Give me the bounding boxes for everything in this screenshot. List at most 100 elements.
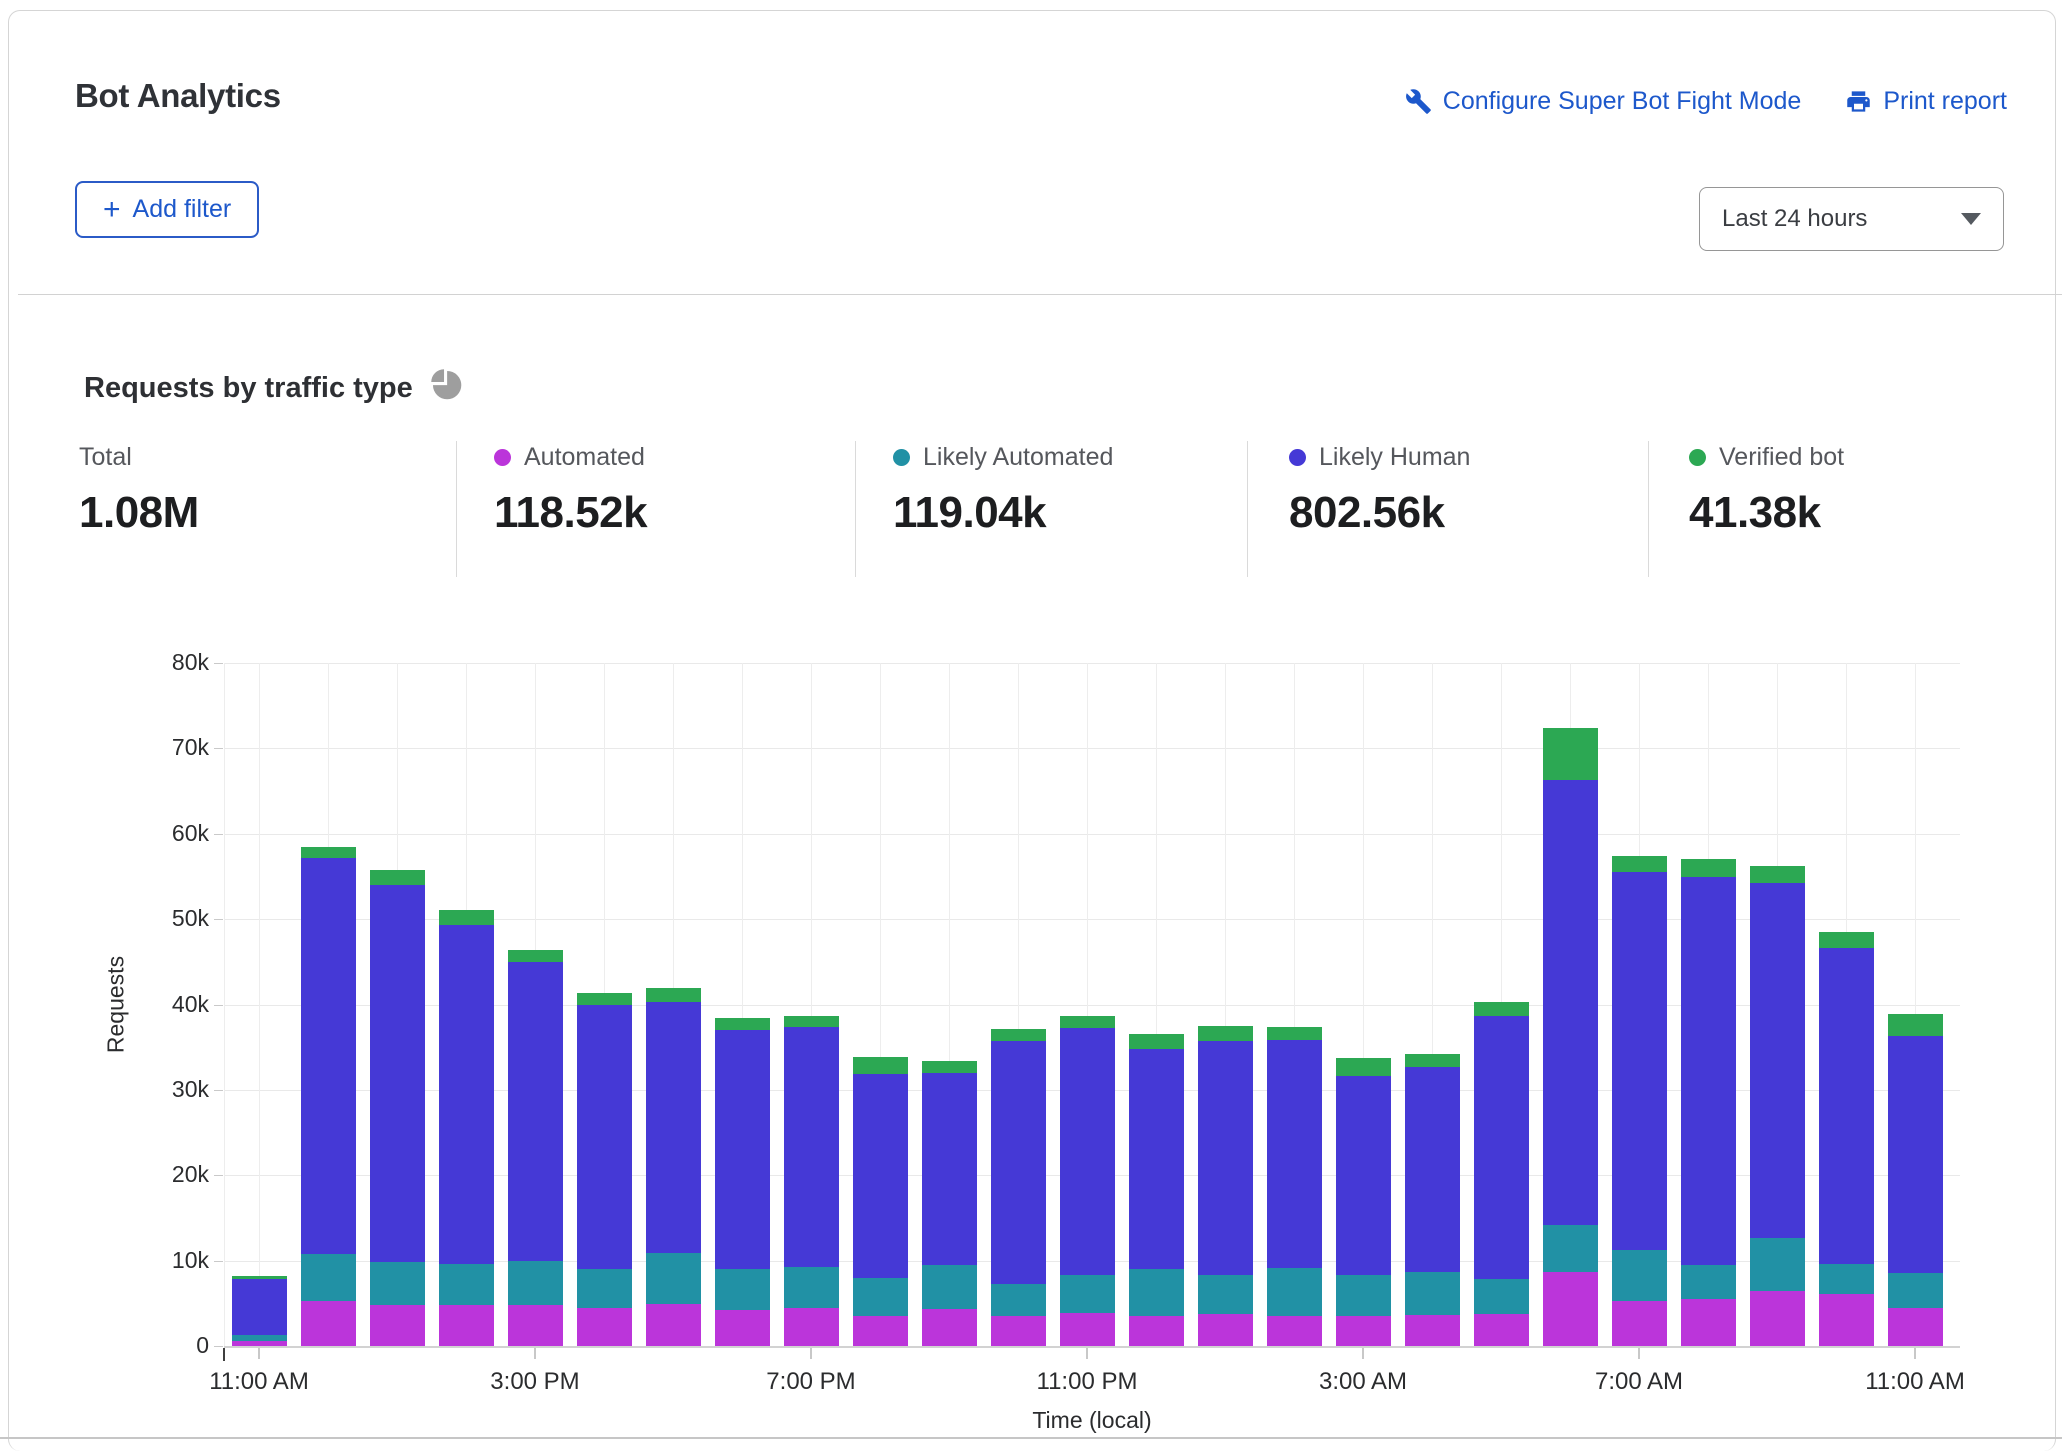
add-filter-button[interactable]: + Add filter xyxy=(75,181,259,238)
printer-icon xyxy=(1845,88,1872,115)
bar-segment-likely-automated xyxy=(1681,1265,1736,1299)
y-axis-tick xyxy=(214,1261,223,1262)
bar-segment-automated xyxy=(1819,1294,1874,1346)
x-tick-label: 7:00 AM xyxy=(1549,1368,1729,1396)
stat-divider xyxy=(1648,441,1649,577)
y-axis-tick xyxy=(214,834,223,835)
verified-bot-legend-dot xyxy=(1689,449,1706,466)
bar-segment-likely-automated xyxy=(1405,1272,1460,1316)
bar-segment-likely-human xyxy=(922,1073,977,1265)
bar-segment-automated xyxy=(1267,1316,1322,1346)
bar-segment-likely-human xyxy=(301,858,356,1254)
bar-segment-verified-bot xyxy=(1474,1002,1529,1017)
y-axis-title: Requests xyxy=(103,940,130,1070)
bar-2-00-pm[interactable] xyxy=(439,910,494,1346)
time-range-select[interactable]: Last 24 hours xyxy=(1699,187,2004,251)
bar-1-00-pm[interactable] xyxy=(370,870,425,1346)
bar-3-00-am[interactable] xyxy=(1336,1058,1391,1346)
bar-segment-verified-bot xyxy=(1543,728,1598,780)
bar-segment-likely-automated xyxy=(232,1335,287,1341)
bar-segment-automated xyxy=(1336,1316,1391,1346)
bar-11-00-am[interactable] xyxy=(232,1276,287,1346)
stat-automated-value: 118.52k xyxy=(494,488,647,538)
bar-8-00-pm[interactable] xyxy=(853,1057,908,1346)
bar-5-00-pm[interactable] xyxy=(646,988,701,1346)
gridline-horizontal xyxy=(224,663,1960,664)
pie-chart-icon xyxy=(429,367,463,409)
bar-segment-likely-human xyxy=(508,962,563,1261)
bar-11-00-pm[interactable] xyxy=(1060,1016,1115,1346)
gridline-horizontal xyxy=(224,748,1960,749)
x-axis-tick xyxy=(534,1348,536,1359)
bar-segment-likely-automated xyxy=(508,1261,563,1305)
x-tick-label: 11:00 AM xyxy=(169,1368,349,1396)
add-filter-label: Add filter xyxy=(133,197,232,222)
wrench-icon xyxy=(1405,88,1432,115)
bar-segment-likely-automated xyxy=(1060,1275,1115,1313)
bar-1-00-am[interactable] xyxy=(1198,1026,1253,1346)
bar-7-00-pm[interactable] xyxy=(784,1016,839,1346)
x-axis-tick xyxy=(1914,1348,1916,1359)
section-title: Requests by traffic type xyxy=(84,367,463,409)
bar-segment-likely-human xyxy=(1888,1036,1943,1273)
stat-automated: Automated 118.52k xyxy=(494,443,647,538)
y-tick-label: 80k xyxy=(129,649,209,676)
bar-10-00-pm[interactable] xyxy=(991,1029,1046,1346)
bar-segment-verified-bot xyxy=(232,1276,287,1279)
bar-6-00-pm[interactable] xyxy=(715,1018,770,1346)
bar-segment-likely-human xyxy=(1681,877,1736,1265)
section-title-label: Requests by traffic type xyxy=(84,372,413,405)
y-tick-label: 40k xyxy=(129,991,209,1018)
bar-segment-automated xyxy=(577,1308,632,1346)
bar-10-00-am[interactable] xyxy=(1819,932,1874,1346)
bar-4-00-am[interactable] xyxy=(1405,1054,1460,1346)
bar-12-00-pm[interactable] xyxy=(301,847,356,1346)
bar-segment-verified-bot xyxy=(1819,932,1874,948)
y-axis-tick xyxy=(214,919,223,920)
bar-segment-likely-automated xyxy=(853,1278,908,1316)
bar-segment-automated xyxy=(784,1308,839,1346)
x-axis-title: Time (local) xyxy=(992,1407,1192,1434)
bar-segment-likely-automated xyxy=(577,1269,632,1307)
bar-segment-likely-human xyxy=(439,925,494,1264)
bar-11-00-am[interactable] xyxy=(1888,1014,1943,1346)
bar-segment-likely-automated xyxy=(1750,1238,1805,1291)
bar-segment-likely-automated xyxy=(646,1253,701,1304)
stat-likely-human: Likely Human 802.56k xyxy=(1289,443,1470,538)
x-tick-label: 11:00 AM xyxy=(1825,1368,2005,1396)
print-report-link[interactable]: Print report xyxy=(1845,87,2007,116)
configure-super-bot-fight-mode-link[interactable]: Configure Super Bot Fight Mode xyxy=(1405,87,1802,116)
bar-12-00-am[interactable] xyxy=(1129,1034,1184,1346)
bar-segment-verified-bot xyxy=(1198,1026,1253,1041)
bar-segment-verified-bot xyxy=(1750,866,1805,883)
bar-segment-likely-automated xyxy=(1474,1279,1529,1313)
bar-segment-likely-automated xyxy=(439,1264,494,1305)
bar-segment-likely-human xyxy=(784,1027,839,1268)
x-axis-tick xyxy=(1362,1348,1364,1359)
bar-segment-automated xyxy=(1198,1314,1253,1346)
bar-6-00-am[interactable] xyxy=(1543,728,1598,1346)
stat-total-label: Total xyxy=(79,443,132,472)
plot-area xyxy=(224,663,1960,1348)
automated-legend-dot xyxy=(494,449,511,466)
bar-segment-verified-bot xyxy=(1888,1014,1943,1036)
bottom-divider xyxy=(0,1437,2062,1439)
bar-segment-likely-automated xyxy=(715,1269,770,1310)
stat-automated-label: Automated xyxy=(524,443,645,472)
bar-9-00-pm[interactable] xyxy=(922,1061,977,1346)
bar-8-00-am[interactable] xyxy=(1681,859,1736,1346)
bar-5-00-am[interactable] xyxy=(1474,1002,1529,1346)
bar-segment-likely-human xyxy=(1336,1076,1391,1275)
bar-9-00-am[interactable] xyxy=(1750,866,1805,1346)
bar-segment-automated xyxy=(301,1301,356,1346)
bar-2-00-am[interactable] xyxy=(1267,1027,1322,1346)
stat-verified-bot-value: 41.38k xyxy=(1689,488,1844,538)
stat-likely-human-label: Likely Human xyxy=(1319,443,1470,472)
bar-4-00-pm[interactable] xyxy=(577,993,632,1346)
print-link-label: Print report xyxy=(1883,87,2007,116)
x-tick-label: 7:00 PM xyxy=(721,1368,901,1396)
stat-likely-automated-value: 119.04k xyxy=(893,488,1113,538)
bar-3-00-pm[interactable] xyxy=(508,950,563,1346)
bar-7-00-am[interactable] xyxy=(1612,856,1667,1346)
y-axis-tick xyxy=(214,748,223,749)
